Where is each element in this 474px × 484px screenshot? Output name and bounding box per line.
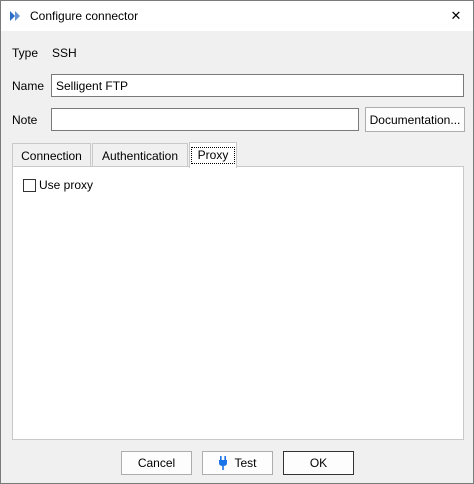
type-value: SSH (52, 46, 77, 60)
tab-connection-label: Connection (21, 148, 82, 163)
name-input[interactable] (51, 74, 464, 97)
note-label: Note (12, 113, 38, 127)
cancel-button[interactable]: Cancel (121, 451, 192, 475)
use-proxy-checkbox[interactable] (23, 179, 36, 192)
window-title: Configure connector (30, 9, 139, 23)
cancel-button-label: Cancel (137, 456, 176, 470)
tab-proxy[interactable]: Proxy (189, 142, 237, 168)
tab-authentication-label: Authentication (101, 148, 179, 163)
tab-authentication[interactable]: Authentication (92, 143, 188, 167)
documentation-button[interactable]: Documentation... (365, 107, 465, 132)
type-label: Type (12, 46, 39, 60)
connector-app-icon (10, 11, 20, 21)
close-button[interactable]: ✕ (439, 1, 473, 31)
proxy-tab-panel: Use proxy (12, 166, 464, 440)
tab-connection[interactable]: Connection (12, 143, 91, 167)
test-button-label: Test (234, 456, 257, 470)
test-button[interactable]: Test (202, 451, 273, 475)
title-bar: Configure connector ✕ (1, 1, 473, 31)
ok-button[interactable]: OK (283, 451, 354, 475)
configure-connector-dialog: Configure connector ✕ Type SSH Name Note… (0, 0, 474, 484)
ok-button-label: OK (309, 456, 328, 470)
note-input[interactable] (51, 108, 359, 131)
use-proxy-label[interactable]: Use proxy (39, 178, 93, 193)
name-label: Name (12, 79, 45, 93)
tab-proxy-label: Proxy (190, 147, 236, 164)
plug-icon (219, 456, 228, 470)
close-icon: ✕ (450, 8, 462, 23)
